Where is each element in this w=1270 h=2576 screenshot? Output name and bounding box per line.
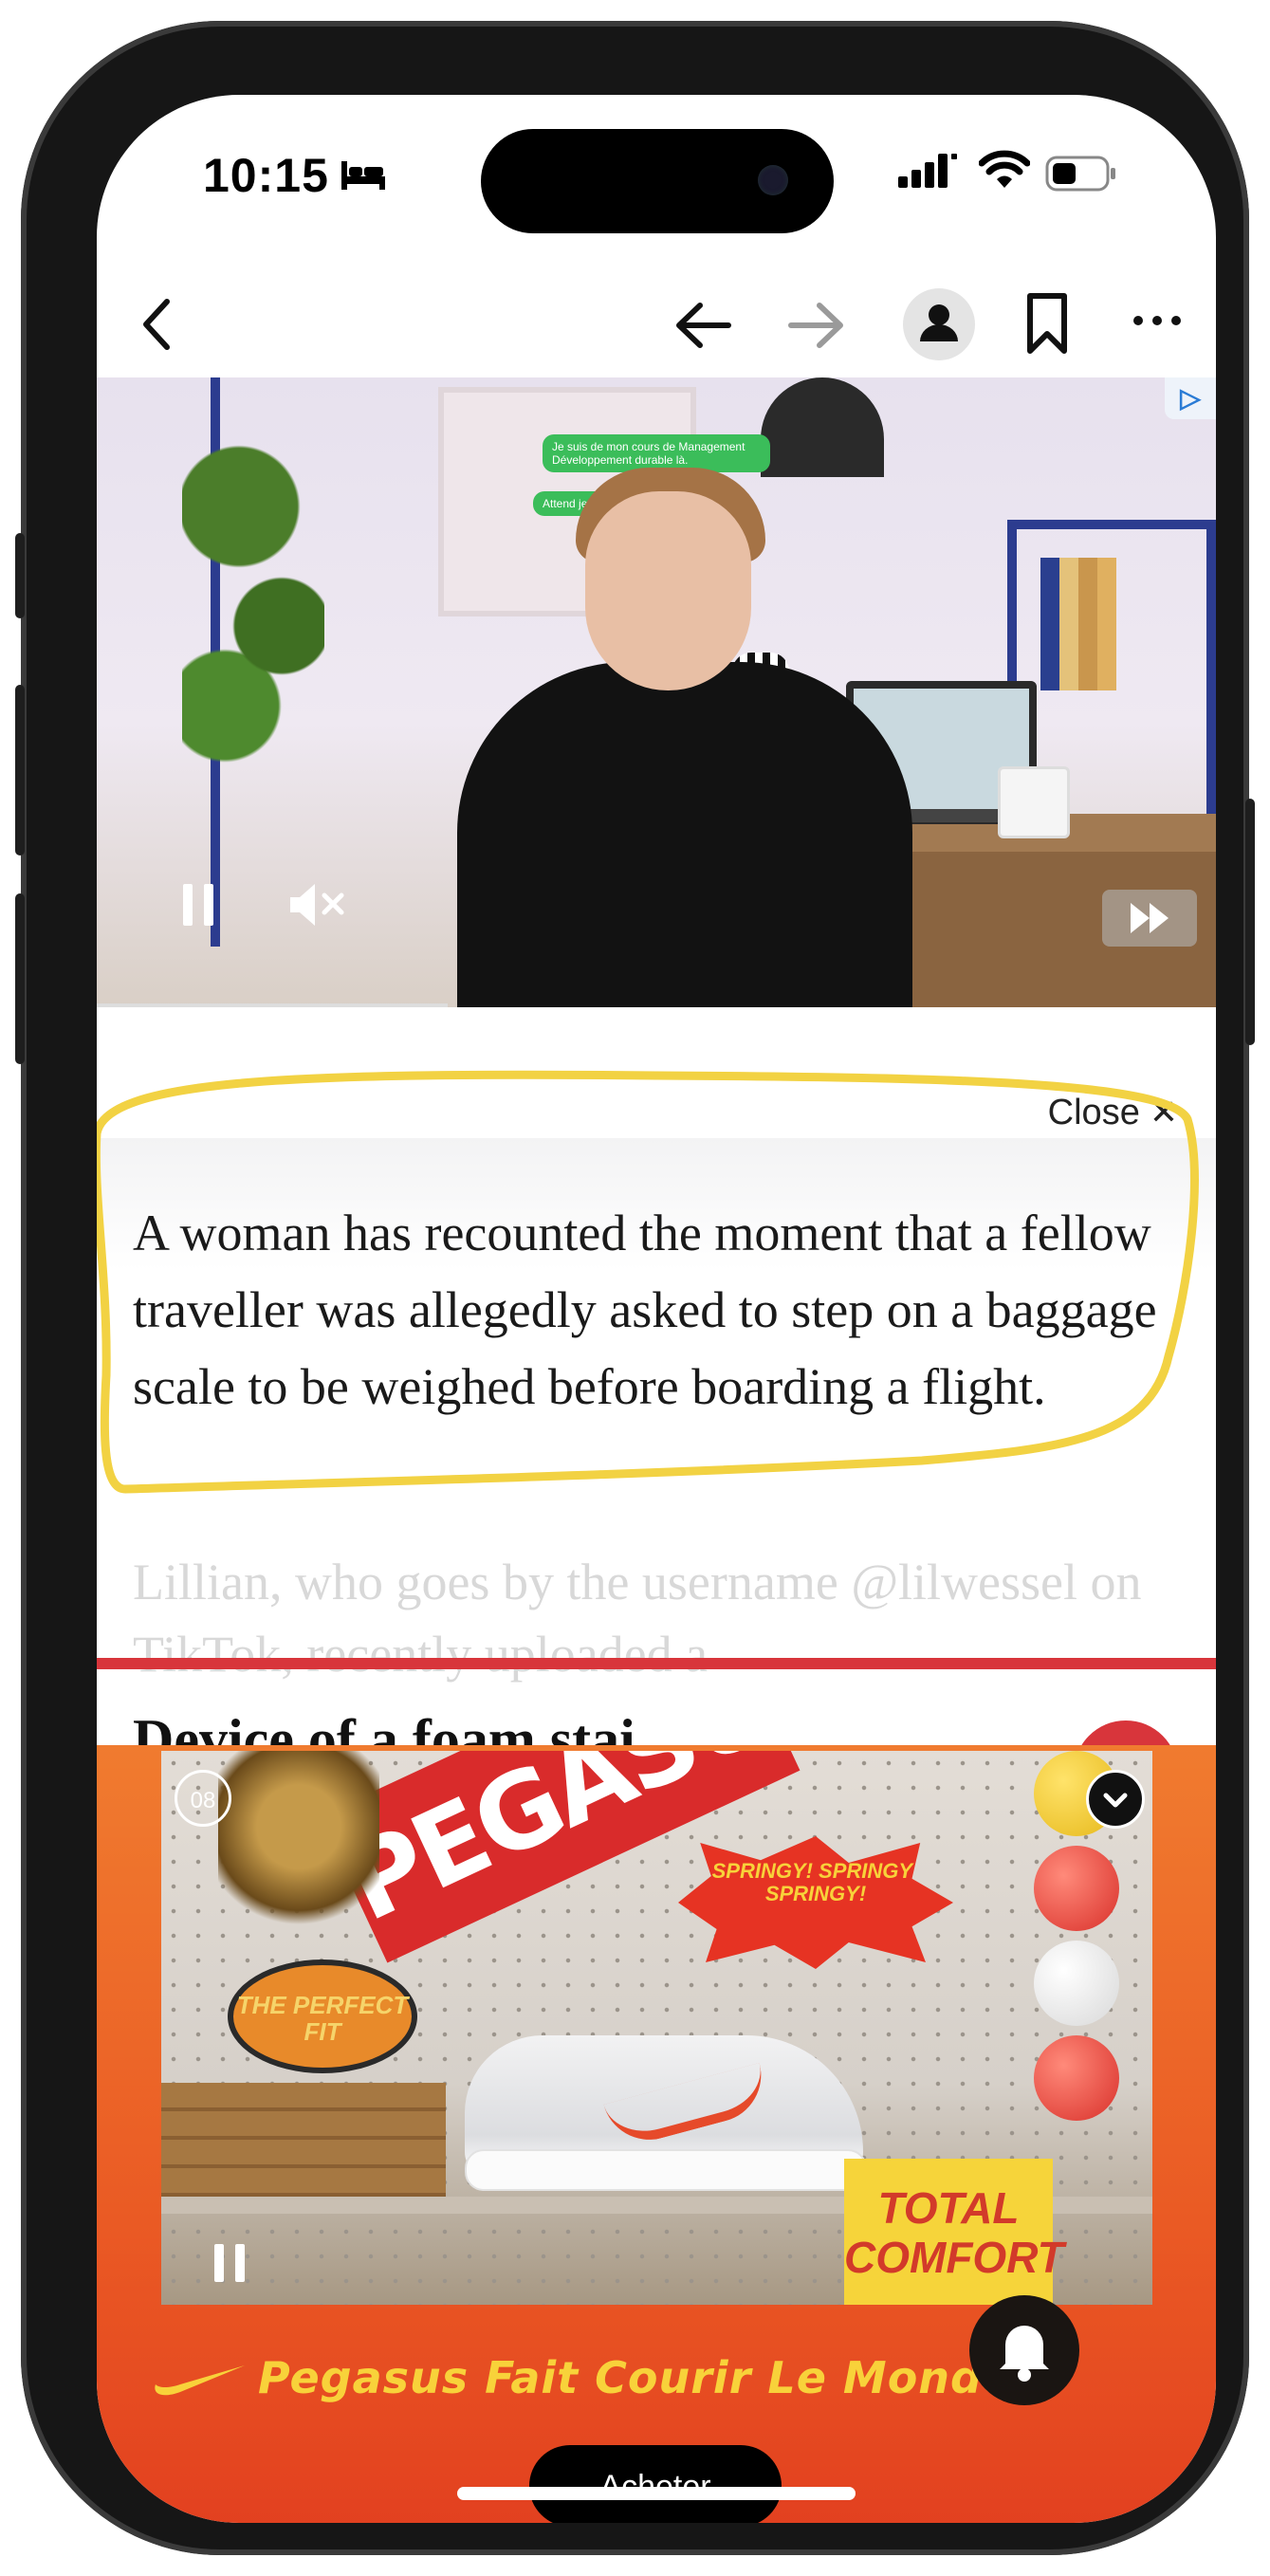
person [457, 662, 912, 1007]
status-time: 10:15 [203, 149, 329, 202]
bookmark-icon[interactable] [1024, 292, 1070, 355]
wall-arch [761, 377, 884, 477]
notification-bell-button[interactable] [969, 2295, 1079, 2405]
power-button [1245, 799, 1255, 1045]
profile-icon [920, 304, 958, 341]
section-divider [97, 1658, 1216, 1669]
mug [998, 766, 1070, 838]
volume-up-button [15, 685, 25, 856]
chevron-back-icon[interactable] [138, 296, 176, 353]
bell-icon [1000, 2326, 1049, 2382]
fast-forward-icon[interactable] [1102, 890, 1197, 947]
wifi-icon [979, 150, 1030, 188]
back-arrow-icon[interactable] [673, 300, 734, 351]
mute-icon[interactable] [286, 880, 347, 929]
battery-icon [1045, 156, 1115, 192]
dynamic-island [481, 129, 834, 233]
home-indicator[interactable] [457, 2487, 856, 2500]
ad-tagline: Pegasus Fait Courir Le Monde [258, 2352, 1014, 2403]
phone-frame: 10:15 Je suis de mon cours de Management… [15, 21, 1255, 2555]
burst-text: SPRINGY! SPRINGY! SPRINGY! [711, 1859, 920, 1905]
replay-timer[interactable]: 08 [175, 1770, 231, 1827]
profile-button[interactable] [903, 288, 975, 360]
plant [182, 387, 324, 785]
volume-down-button [15, 893, 25, 1064]
pegasus-statue [218, 1751, 379, 1941]
nike-video[interactable]: PEGASUS SPRINGY! SPRINGY! SPRINGY! THE P… [161, 1751, 1152, 2305]
springy-burst: SPRINGY! SPRINGY! SPRINGY! [678, 1836, 953, 1969]
cellular-signal-icon [898, 154, 957, 188]
adchoices-icon[interactable]: ▷ [1165, 377, 1216, 419]
pause-icon[interactable] [177, 880, 219, 929]
total-comfort-sign: TOTAL COMFORT [844, 2159, 1064, 2305]
screen: 10:15 Je suis de mon cours de Management… [97, 95, 1216, 2523]
forward-arrow-icon[interactable] [785, 300, 846, 351]
books-stack [161, 2083, 446, 2197]
chevron-down-icon [1103, 1793, 1128, 1808]
video-ad-top[interactable]: Je suis de mon cours de Management Dével… [97, 377, 1216, 1007]
person-head [585, 491, 751, 690]
nike-ad[interactable]: PEGASUS SPRINGY! SPRINGY! SPRINGY! THE P… [97, 1745, 1216, 2523]
chat-bubble: Je suis de mon cours de Management Dével… [543, 434, 770, 472]
video-progress [97, 1003, 448, 1007]
nike-swoosh-logo [155, 2365, 245, 2396]
pause-icon[interactable] [211, 2240, 248, 2286]
collapse-button[interactable] [1086, 1770, 1145, 1829]
buy-button[interactable]: Acheter [529, 2445, 782, 2523]
sleep-focus-icon [341, 161, 385, 190]
perfect-fit-sign: THE PERFECT FIT [228, 1960, 417, 2073]
shoe-sole [465, 2149, 867, 2191]
more-icon[interactable] [1131, 311, 1184, 330]
books [1040, 558, 1116, 690]
camera-icon [758, 165, 788, 195]
mute-switch [15, 533, 25, 618]
highlight-annotation [97, 1070, 1199, 1494]
